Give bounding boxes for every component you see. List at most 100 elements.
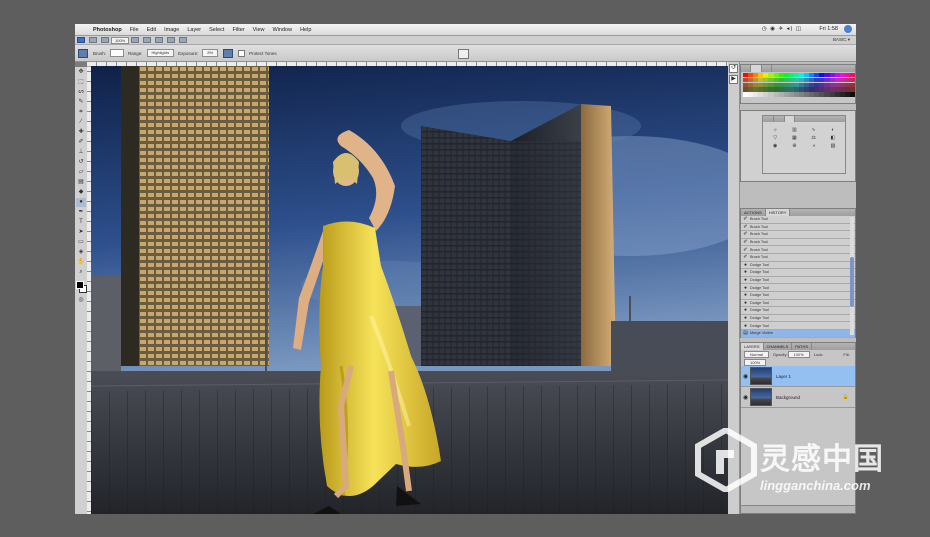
menu-help[interactable]: Help [296, 27, 315, 33]
status-icons[interactable]: ◷ ◉ ✈ ◂) ◫ [762, 26, 802, 32]
history-scroll-thumb[interactable] [850, 257, 854, 307]
vibrance-icon[interactable]: ▽ [767, 135, 783, 141]
zoom-level[interactable]: 100% [111, 36, 130, 44]
tab-paths[interactable]: PATHS [792, 343, 813, 350]
history-state[interactable]: ✐ Brush Tool [741, 238, 855, 247]
layer-name[interactable]: Background [776, 395, 800, 400]
mixer-icon[interactable]: ⊕ [786, 143, 802, 149]
lasso-tool-icon[interactable]: ᔕ [76, 88, 86, 97]
history-state[interactable]: ✐ Brush Tool [741, 216, 855, 224]
color-swatch[interactable] [849, 92, 855, 97]
blend-mode-dropdown[interactable]: Normal [744, 350, 769, 358]
menu-edit[interactable]: Edit [143, 27, 160, 33]
menu-file[interactable]: File [126, 27, 143, 33]
tab-history[interactable]: HISTORY [765, 209, 791, 216]
history-state[interactable]: ● Dodge Tool [741, 307, 855, 315]
range-dropdown[interactable]: Highlights [146, 49, 175, 57]
type-tool-icon[interactable]: T [76, 218, 86, 227]
color-swatches[interactable] [76, 281, 87, 295]
tool-preset-icon[interactable] [78, 48, 88, 58]
hue-icon[interactable]: ▦ [786, 135, 802, 141]
gradient-tool-icon[interactable]: ▤ [76, 178, 86, 187]
posterize-icon[interactable]: ▨ [825, 143, 841, 149]
color-swatch[interactable] [849, 77, 855, 83]
document-canvas[interactable] [91, 66, 728, 514]
brush-tool-icon[interactable]: ✐ [76, 138, 86, 147]
history-panel-icon[interactable]: ↺ [729, 64, 738, 73]
zoom-tool-icon[interactable]: ⌕ [76, 268, 86, 277]
history-state[interactable]: ● Dodge Tool [741, 291, 855, 300]
color-swatch[interactable] [849, 87, 855, 92]
hand-tool-icon[interactable]: ✋ [76, 258, 86, 267]
swatch-grid[interactable] [743, 73, 855, 97]
history-state[interactable]: ● Dodge Tool [741, 284, 855, 292]
menu-select[interactable]: Select [205, 27, 228, 33]
crop-tool-icon[interactable]: ⌗ [76, 108, 86, 117]
layer-row-layer1[interactable]: ◉ Layer 1 [741, 366, 855, 387]
clone-stamp-tool-icon[interactable]: ⊥ [76, 148, 86, 157]
exposure-icon[interactable]: ◐ [825, 127, 841, 133]
tab-layers[interactable]: LAYERS [741, 343, 764, 350]
airbrush-icon[interactable] [223, 48, 234, 58]
history-state[interactable]: ● Dodge Tool [741, 322, 855, 330]
tab-masks[interactable] [774, 116, 785, 122]
menu-window[interactable]: Window [269, 27, 297, 33]
tab-swatches[interactable] [751, 65, 762, 72]
tab-styles[interactable] [762, 65, 773, 72]
history-state[interactable]: ✐ Brush Tool [741, 231, 855, 239]
dodge-tool-icon[interactable]: ● [76, 198, 86, 207]
eyedropper-tool-icon[interactable]: ⁄ [76, 118, 86, 127]
invert-icon[interactable]: ◑ [806, 143, 822, 149]
shape-tool-icon[interactable]: ▭ [76, 238, 86, 247]
screen-mode-icon[interactable] [179, 37, 188, 43]
exposure-field[interactable]: 8% [202, 49, 219, 57]
color-swatch[interactable] [849, 73, 855, 78]
opacity-field[interactable]: 100% [787, 350, 810, 358]
visibility-eye-icon[interactable]: ◉ [741, 394, 750, 401]
menu-photoshop[interactable]: Photoshop [89, 27, 126, 33]
history-state[interactable]: ● Dodge Tool [741, 299, 855, 308]
history-state[interactable]: ● Dodge Tool [741, 314, 855, 323]
menu-filter[interactable]: Filter [228, 27, 248, 33]
zoom-tool-icon[interactable] [143, 37, 152, 43]
healing-tool-icon[interactable]: ✚ [76, 128, 86, 137]
menu-clock[interactable]: Fri 1:58 [819, 26, 838, 32]
hand-tool-icon[interactable] [131, 37, 140, 43]
pen-tool-icon[interactable]: ✒ [76, 208, 86, 217]
tab-info[interactable] [784, 116, 796, 122]
workspace-switcher[interactable]: BASIC ▾ [833, 37, 850, 43]
visibility-eye-icon[interactable]: ◉ [741, 373, 750, 380]
menu-layer[interactable]: Layer [183, 27, 205, 33]
tab-color[interactable] [741, 65, 752, 72]
history-state[interactable]: ✐ Brush Tool [741, 223, 855, 232]
brightness-icon[interactable]: ☼ [767, 127, 783, 133]
path-select-tool-icon[interactable]: ➤ [76, 228, 86, 237]
3d-tool-icon[interactable]: ◈ [76, 248, 86, 257]
history-state[interactable]: ● Dodge Tool [741, 261, 855, 270]
tab-channels[interactable]: CHANNELS [764, 343, 793, 350]
view-extras-icon[interactable] [101, 37, 109, 43]
actions-panel-icon[interactable]: ▶ [729, 75, 738, 84]
history-brush-tool-icon[interactable]: ↺ [76, 158, 86, 167]
bridge-icon[interactable] [89, 37, 97, 43]
move-tool-icon[interactable]: ✥ [76, 68, 86, 77]
history-state[interactable]: ▤ Merge Visible [741, 329, 855, 338]
quick-select-tool-icon[interactable]: ✎ [76, 98, 86, 107]
bw-icon[interactable]: ◧ [825, 135, 841, 141]
tab-adjustments[interactable] [763, 116, 775, 122]
levels-icon[interactable]: ▥ [786, 127, 802, 133]
history-scrollbar[interactable] [850, 217, 854, 335]
photo-filter-icon[interactable]: ◉ [767, 143, 783, 149]
brush-size-picker[interactable] [110, 49, 125, 57]
quick-mask-icon[interactable]: ◎ [76, 296, 86, 305]
balance-icon[interactable]: ⚖ [806, 135, 822, 141]
protect-tones-checkbox[interactable] [238, 49, 246, 57]
history-state[interactable]: ✐ Brush Tool [741, 253, 855, 262]
history-state[interactable]: ● Dodge Tool [741, 276, 855, 285]
layer-name[interactable]: Layer 1 [776, 374, 791, 379]
blur-tool-icon[interactable]: ◆ [76, 188, 86, 197]
tablet-pressure-icon[interactable] [458, 49, 469, 59]
eraser-tool-icon[interactable]: ▱ [76, 168, 86, 177]
spotlight-icon[interactable] [844, 25, 852, 33]
menu-view[interactable]: View [249, 27, 269, 33]
